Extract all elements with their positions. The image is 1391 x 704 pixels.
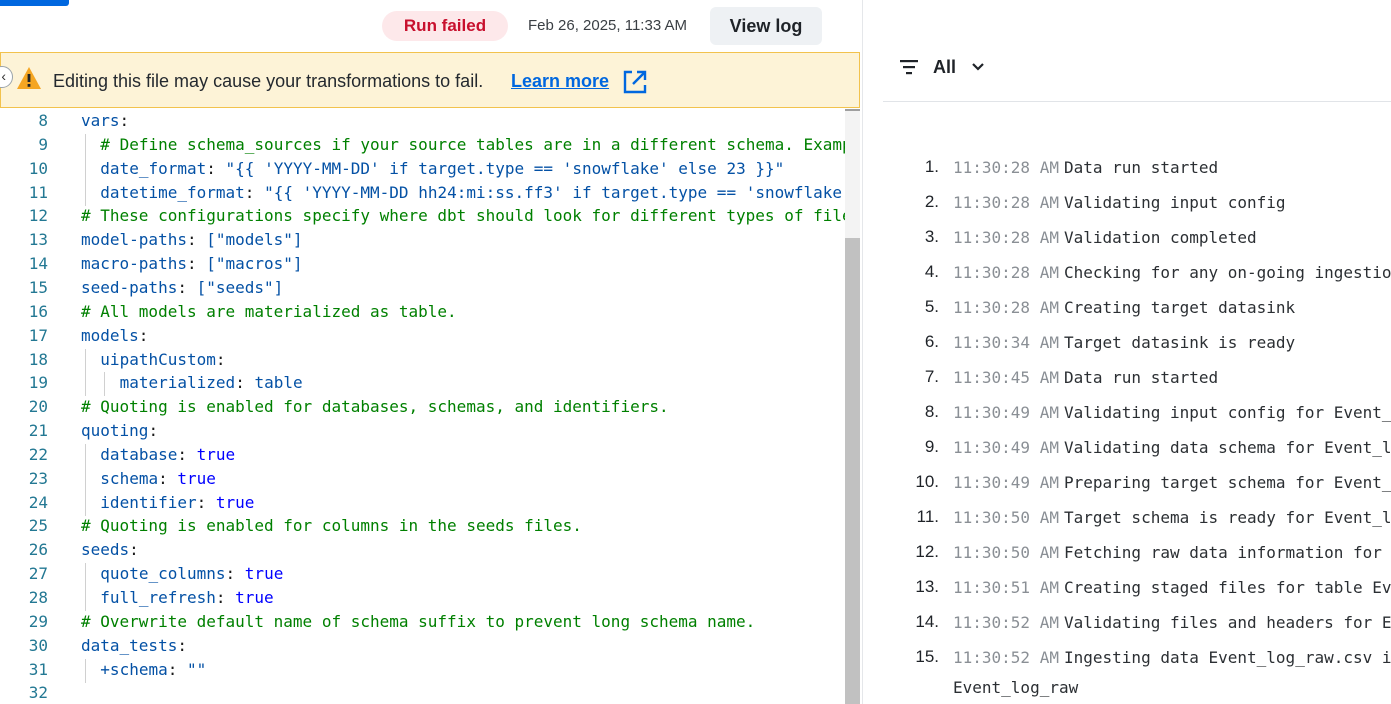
log-entry-message: Target datasink is ready: [1064, 333, 1296, 352]
log-entry-message: Data run started: [1064, 158, 1219, 177]
log-entry-message: Checking for any on-going ingestion or: [1064, 263, 1391, 282]
log-entry-number: 6.: [924, 332, 939, 351]
log-entry-time: 11:30:50 AM: [953, 543, 1059, 562]
log-entry-message: Creating staged files for table Event_: [1064, 578, 1391, 597]
log-entry: 1. 11:30:28 AM Data run started: [880, 156, 1391, 180]
log-entry-time: 11:30:34 AM: [953, 333, 1059, 352]
log-entry-number: 14.: [915, 612, 939, 631]
log-entry: 13. 11:30:51 AM Creating staged files for …: [880, 576, 1391, 600]
log-entry-time: 11:30:50 AM: [953, 508, 1059, 527]
log-entry-time: 11:30:28 AM: [953, 263, 1059, 282]
log-entry-message: Validation completed: [1064, 228, 1257, 247]
log-entry-number: 5.: [924, 297, 939, 316]
log-entry: 6. 11:30:34 AM Target datasink is ready: [880, 331, 1391, 355]
log-entry-number: 10.: [915, 472, 939, 491]
log-entry-number: 13.: [915, 577, 939, 596]
log-entry-number: 8.: [924, 402, 939, 421]
log-entry-message: Validating files and headers for Event: [1064, 613, 1391, 632]
log-entry-message: Validating input config for Event_log_: [1064, 403, 1391, 422]
log-entry-message: Validating input config: [1064, 193, 1286, 212]
log-entry: 9. 11:30:49 AM Validating data schema for …: [880, 436, 1391, 460]
log-entry-message: Validating data schema for Event_log_r: [1064, 438, 1391, 457]
log-entry-number: 3.: [924, 227, 939, 246]
log-entry: 11. 11:30:50 AM Target schema is ready for…: [880, 506, 1391, 530]
log-entry-time: 11:30:28 AM: [953, 298, 1059, 317]
log-entry-continuation: Event_log_raw: [953, 678, 1079, 697]
log-entry: 12. 11:30:50 AM Fetching raw data informat…: [880, 541, 1391, 565]
log-entry: 4. 11:30:28 AM Checking for any on-going i…: [880, 261, 1391, 285]
log-entry-number: 15.: [915, 647, 939, 666]
log-entry-message: Ingesting data Event_log_raw.csv into: [1064, 648, 1391, 667]
log-entry-time: 11:30:52 AM: [953, 613, 1059, 632]
log-entry: 10. 11:30:49 AM Preparing target schema fo…: [880, 471, 1391, 495]
log-entry-time: 11:30:28 AM: [953, 158, 1059, 177]
log-entry-message: Creating target datasink: [1064, 298, 1296, 317]
log-entry-time: 11:30:28 AM: [953, 228, 1059, 247]
log-entry-time: 11:30:52 AM: [953, 648, 1059, 667]
log-entry: 14. 11:30:52 AM Validating files and heade…: [880, 611, 1391, 635]
log-entry-number: 9.: [924, 437, 939, 456]
log-entry-number: 4.: [924, 262, 939, 281]
log-entry-message: Fetching raw data information for Even: [1064, 543, 1391, 562]
log-entry-number: 2.: [924, 192, 939, 211]
log-entry-number: 12.: [915, 542, 939, 561]
log-entry-time: 11:30:49 AM: [953, 438, 1059, 457]
log-entry-message: Target schema is ready for Event_log_r: [1064, 508, 1391, 527]
log-entry-number: 7.: [924, 367, 939, 386]
log-entry-time: 11:30:45 AM: [953, 368, 1059, 387]
log-entry-message: Preparing target schema for Event_log_: [1064, 473, 1391, 492]
log-list: 1. 11:30:28 AM Data run started 2. 11:30:28 …: [0, 0, 1391, 704]
log-entry: 7. 11:30:45 AM Data run started: [880, 366, 1391, 390]
log-entry-time: 11:30:51 AM: [953, 578, 1059, 597]
log-entry-time: 11:30:49 AM: [953, 403, 1059, 422]
log-entry: 3. 11:30:28 AM Validation completed: [880, 226, 1391, 250]
log-entry: 5. 11:30:28 AM Creating target datasink: [880, 296, 1391, 320]
log-entry-time: 11:30:49 AM: [953, 473, 1059, 492]
log-entry: 8. 11:30:49 AM Validating input config for…: [880, 401, 1391, 425]
log-entry-number: 1.: [924, 157, 939, 176]
log-entry: 15. 11:30:52 AM Ingesting data Event_log_r…: [880, 646, 1391, 670]
log-entry-time: 11:30:28 AM: [953, 193, 1059, 212]
log-entry-message: Data run started: [1064, 368, 1219, 387]
log-entry-number: 11.: [916, 507, 939, 526]
log-entry: 2. 11:30:28 AM Validating input config: [880, 191, 1391, 215]
